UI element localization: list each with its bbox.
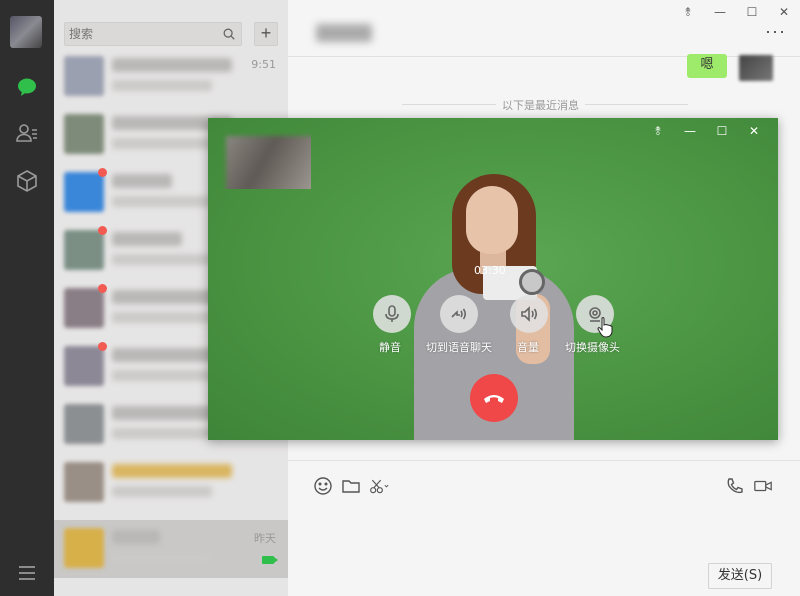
my-avatar[interactable] <box>10 16 42 48</box>
switch-to-voice-label: 切到语音聊天 <box>426 341 492 354</box>
unread-badge <box>98 284 107 293</box>
sender-avatar[interactable] <box>739 55 773 81</box>
conversation-preview <box>112 552 212 563</box>
unread-badge <box>98 168 107 177</box>
conversation-preview <box>112 312 212 323</box>
conversation-item[interactable]: 9:51 <box>54 48 288 106</box>
folder-icon[interactable] <box>340 475 362 497</box>
unread-badge <box>98 226 107 235</box>
window-controls: ⥉ — ☐ ✕ <box>672 4 800 20</box>
microphone-icon <box>385 305 399 322</box>
conversation-avatar <box>64 114 104 154</box>
video-maximize-button[interactable]: ☐ <box>706 124 738 138</box>
conversation-name <box>112 232 182 246</box>
add-chat-button[interactable]: + <box>254 22 278 46</box>
conversation-name <box>112 530 160 544</box>
video-call-window[interactable]: ⥉ — ☐ ✕ 03:30 静音 切到语音聊天 音量 切换摄像头 <box>208 118 778 440</box>
conversation-preview <box>112 486 212 497</box>
favorites-box-icon[interactable] <box>14 168 40 194</box>
conversation-item[interactable] <box>54 454 288 512</box>
conversation-preview <box>112 254 212 265</box>
switch-to-voice-button[interactable] <box>440 295 478 333</box>
send-button[interactable]: 发送(S) <box>708 563 772 589</box>
maximize-button[interactable]: ☐ <box>736 4 768 20</box>
search-bar: + <box>64 22 288 46</box>
volume-button[interactable] <box>510 295 548 333</box>
nav-rail <box>0 0 54 596</box>
minimize-button[interactable]: — <box>704 4 736 20</box>
more-options-button[interactable]: ··· <box>765 22 786 40</box>
chat-title <box>316 24 372 42</box>
close-button[interactable]: ✕ <box>768 4 800 20</box>
conversation-time: 昨天 <box>254 532 276 545</box>
conversation-name <box>112 58 232 72</box>
message-input-area[interactable]: 发送(S) <box>288 460 800 596</box>
conversation-preview <box>112 196 212 207</box>
conversation-avatar <box>64 462 104 502</box>
mute-label: 静音 <box>379 341 401 354</box>
video-pin-button[interactable]: ⥉ <box>642 124 674 138</box>
conversation-avatar <box>64 56 104 96</box>
volume-label: 音量 <box>517 341 539 354</box>
video-window-controls: ⥉ — ☐ ✕ <box>642 124 770 138</box>
conversation-avatar <box>64 288 104 328</box>
conversation-name <box>112 464 232 478</box>
conversation-preview <box>112 428 212 439</box>
conversation-avatar <box>64 172 104 212</box>
self-preview[interactable] <box>217 127 311 189</box>
conversation-preview <box>112 370 212 381</box>
hangup-phone-icon <box>484 395 504 403</box>
mouse-pointer-icon <box>597 317 613 338</box>
conversation-avatar <box>64 230 104 270</box>
menu-icon[interactable] <box>14 560 40 586</box>
mute-button[interactable] <box>373 295 411 333</box>
conversation-preview <box>112 138 212 149</box>
unread-badge <box>98 342 107 351</box>
emoji-icon[interactable] <box>312 475 334 497</box>
pin-button[interactable]: ⥉ <box>672 4 704 20</box>
chat-icon[interactable] <box>14 74 40 100</box>
conversation-item-active[interactable]: 昨天 <box>54 520 288 578</box>
switch-to-voice-icon <box>451 308 467 320</box>
conversation-name <box>112 174 172 188</box>
contacts-icon[interactable] <box>14 120 40 146</box>
video-close-button[interactable]: ✕ <box>738 124 770 138</box>
message-bubble[interactable]: 嗯 <box>687 54 727 78</box>
conversation-preview <box>112 80 212 91</box>
conversation-avatar <box>64 404 104 444</box>
conversation-avatar <box>64 346 104 386</box>
video-call-icon <box>262 556 278 564</box>
call-timer: 03:30 <box>474 264 506 277</box>
search-box[interactable] <box>64 22 242 46</box>
switch-camera-label: 切换摄像头 <box>565 341 620 354</box>
recent-messages-label: 以下是最近消息 <box>496 97 585 113</box>
search-input[interactable] <box>69 25 219 43</box>
search-icon <box>223 28 235 40</box>
speaker-icon <box>521 306 538 322</box>
video-call-icon[interactable] <box>752 475 774 497</box>
hangup-button[interactable] <box>470 374 518 422</box>
conversation-time: 9:51 <box>251 58 276 71</box>
voice-call-icon[interactable] <box>724 475 746 497</box>
conversation-avatar <box>64 528 104 568</box>
screenshot-scissors-icon[interactable] <box>368 475 390 497</box>
video-minimize-button[interactable]: — <box>674 124 706 138</box>
